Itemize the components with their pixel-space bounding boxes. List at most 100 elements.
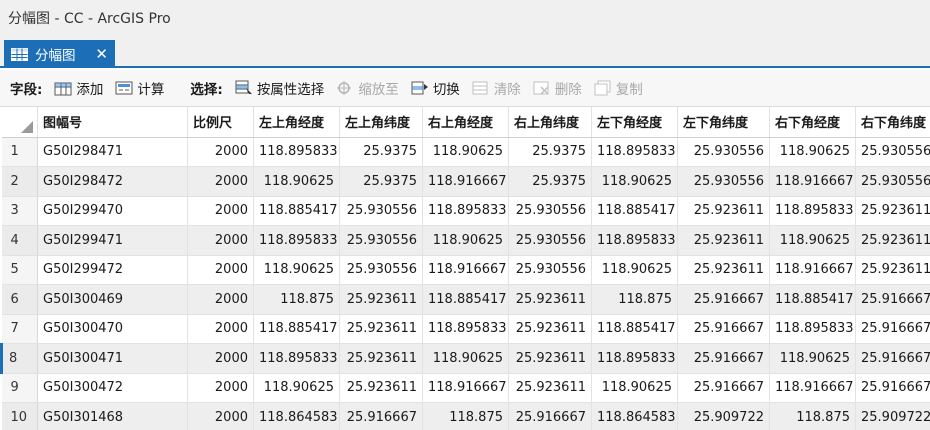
table-cell[interactable]: 25.923611 (340, 285, 423, 315)
table-cell[interactable]: 25.916667 (856, 285, 930, 315)
column-header[interactable]: 比例尺 (188, 107, 254, 137)
table-cell[interactable]: 118.916667 (770, 255, 856, 285)
column-header[interactable]: 左上角经度 (254, 107, 340, 137)
table-cell[interactable]: 25.930556 (340, 196, 423, 226)
table-cell[interactable]: 118.875 (423, 403, 509, 430)
row-number[interactable]: 2 (2, 167, 38, 197)
table-cell[interactable]: 118.895833 (254, 226, 340, 256)
table-cell[interactable]: 25.930556 (856, 167, 930, 197)
copy-button[interactable]: 复制 (594, 78, 643, 98)
row-number[interactable]: 6 (2, 285, 38, 315)
zoom-to-button[interactable]: 缩放至 (336, 78, 399, 98)
column-header[interactable]: 右上角纬度 (509, 107, 592, 137)
table-row[interactable]: 3G50I2994702000118.88541725.930556118.89… (2, 196, 930, 226)
table-cell[interactable]: 118.895833 (592, 226, 678, 256)
table-cell[interactable]: 25.930556 (340, 226, 423, 256)
table-cell[interactable]: G50I298471 (38, 137, 188, 167)
table-cell[interactable]: 25.9375 (509, 137, 592, 167)
table-cell[interactable]: G50I298472 (38, 167, 188, 197)
table-cell[interactable]: 118.90625 (592, 255, 678, 285)
close-icon[interactable]: ✕ (95, 47, 108, 62)
table-cell[interactable]: 25.916667 (856, 314, 930, 344)
table-cell[interactable]: G50I301468 (38, 403, 188, 430)
table-row[interactable]: 10G50I3014682000118.86458325.916667118.8… (2, 403, 930, 430)
table-row[interactable]: 2G50I2984722000118.9062525.9375118.91666… (2, 167, 930, 197)
table-cell[interactable]: 25.923611 (509, 314, 592, 344)
table-cell[interactable]: 25.923611 (856, 196, 930, 226)
table-cell[interactable]: 25.923611 (678, 226, 770, 256)
table-cell[interactable]: 118.90625 (423, 226, 509, 256)
table-cell[interactable]: 118.895833 (770, 196, 856, 226)
table-cell[interactable]: 25.916667 (509, 403, 592, 430)
table-cell[interactable]: 118.90625 (423, 137, 509, 167)
table-cell[interactable]: 118.90625 (423, 344, 509, 374)
table-cell[interactable]: 2000 (188, 167, 254, 197)
column-header[interactable]: 图幅号 (38, 107, 188, 137)
table-cell[interactable]: 118.875 (254, 285, 340, 315)
row-number[interactable]: 3 (2, 196, 38, 226)
table-cell[interactable]: 118.885417 (592, 196, 678, 226)
table-cell[interactable]: 118.916667 (423, 373, 509, 403)
table-cell[interactable]: 25.9375 (340, 167, 423, 197)
table-cell[interactable]: 118.875 (592, 285, 678, 315)
table-cell[interactable]: 118.864583 (592, 403, 678, 430)
table-cell[interactable]: 118.885417 (254, 314, 340, 344)
column-header[interactable]: 右上角经度 (423, 107, 509, 137)
table-cell[interactable]: 2000 (188, 344, 254, 374)
table-cell[interactable]: 118.90625 (770, 226, 856, 256)
table-cell[interactable]: 25.916667 (678, 344, 770, 374)
table-cell[interactable]: 25.916667 (678, 373, 770, 403)
table-cell[interactable]: 25.916667 (856, 373, 930, 403)
table-cell[interactable]: 25.923611 (509, 373, 592, 403)
select-all-corner[interactable] (2, 107, 38, 137)
row-number[interactable]: 1 (2, 137, 38, 167)
table-cell[interactable]: G50I299470 (38, 196, 188, 226)
table-cell[interactable]: 25.9375 (509, 167, 592, 197)
table-cell[interactable]: 118.916667 (423, 255, 509, 285)
table-cell[interactable]: 25.9375 (340, 137, 423, 167)
table-cell[interactable]: 118.864583 (254, 403, 340, 430)
column-header[interactable]: 左下角纬度 (678, 107, 770, 137)
table-cell[interactable]: 118.895833 (254, 344, 340, 374)
table-cell[interactable]: 118.875 (770, 403, 856, 430)
table-cell[interactable]: 118.90625 (592, 167, 678, 197)
table-row[interactable]: 9G50I3004722000118.9062525.923611118.916… (2, 373, 930, 403)
table-cell[interactable]: 25.916667 (678, 314, 770, 344)
table-cell[interactable]: 118.885417 (770, 285, 856, 315)
table-cell[interactable]: 118.90625 (770, 137, 856, 167)
column-header[interactable]: 左下角经度 (592, 107, 678, 137)
table-cell[interactable]: 118.885417 (592, 314, 678, 344)
table-cell[interactable]: 25.923611 (678, 255, 770, 285)
table-cell[interactable]: 25.923611 (856, 226, 930, 256)
table-cell[interactable]: 118.90625 (770, 344, 856, 374)
row-number[interactable]: 10 (2, 403, 38, 430)
table-cell[interactable]: 118.895833 (592, 137, 678, 167)
row-number[interactable]: 8 (2, 344, 38, 374)
table-cell[interactable]: 25.923611 (856, 255, 930, 285)
table-cell[interactable]: 25.916667 (856, 344, 930, 374)
table-cell[interactable]: G50I299472 (38, 255, 188, 285)
row-number[interactable]: 7 (2, 314, 38, 344)
table-cell[interactable]: 118.885417 (254, 196, 340, 226)
table-cell[interactable]: 25.909722 (678, 403, 770, 430)
table-cell[interactable]: G50I300470 (38, 314, 188, 344)
table-cell[interactable]: 118.916667 (770, 167, 856, 197)
table-cell[interactable]: 25.930556 (678, 137, 770, 167)
table-cell[interactable]: 118.90625 (592, 373, 678, 403)
table-cell[interactable]: 25.930556 (678, 167, 770, 197)
table-cell[interactable]: 25.923611 (340, 344, 423, 374)
row-number[interactable]: 5 (2, 255, 38, 285)
table-row[interactable]: 5G50I2994722000118.9062525.930556118.916… (2, 255, 930, 285)
table-cell[interactable]: 25.930556 (856, 137, 930, 167)
table-cell[interactable]: 118.885417 (423, 285, 509, 315)
table-cell[interactable]: 118.895833 (592, 344, 678, 374)
table-row[interactable]: 6G50I3004692000118.87525.923611118.88541… (2, 285, 930, 315)
table-cell[interactable]: 118.916667 (423, 167, 509, 197)
table-cell[interactable]: 25.923611 (340, 314, 423, 344)
add-field-button[interactable]: 添加 (54, 78, 103, 98)
table-cell[interactable]: G50I300469 (38, 285, 188, 315)
table-cell[interactable]: 25.909722 (856, 403, 930, 430)
switch-selection-button[interactable]: 切换 (411, 78, 460, 98)
table-cell[interactable]: G50I300471 (38, 344, 188, 374)
table-row[interactable]: 8G50I3004712000118.89583325.923611118.90… (2, 344, 930, 374)
